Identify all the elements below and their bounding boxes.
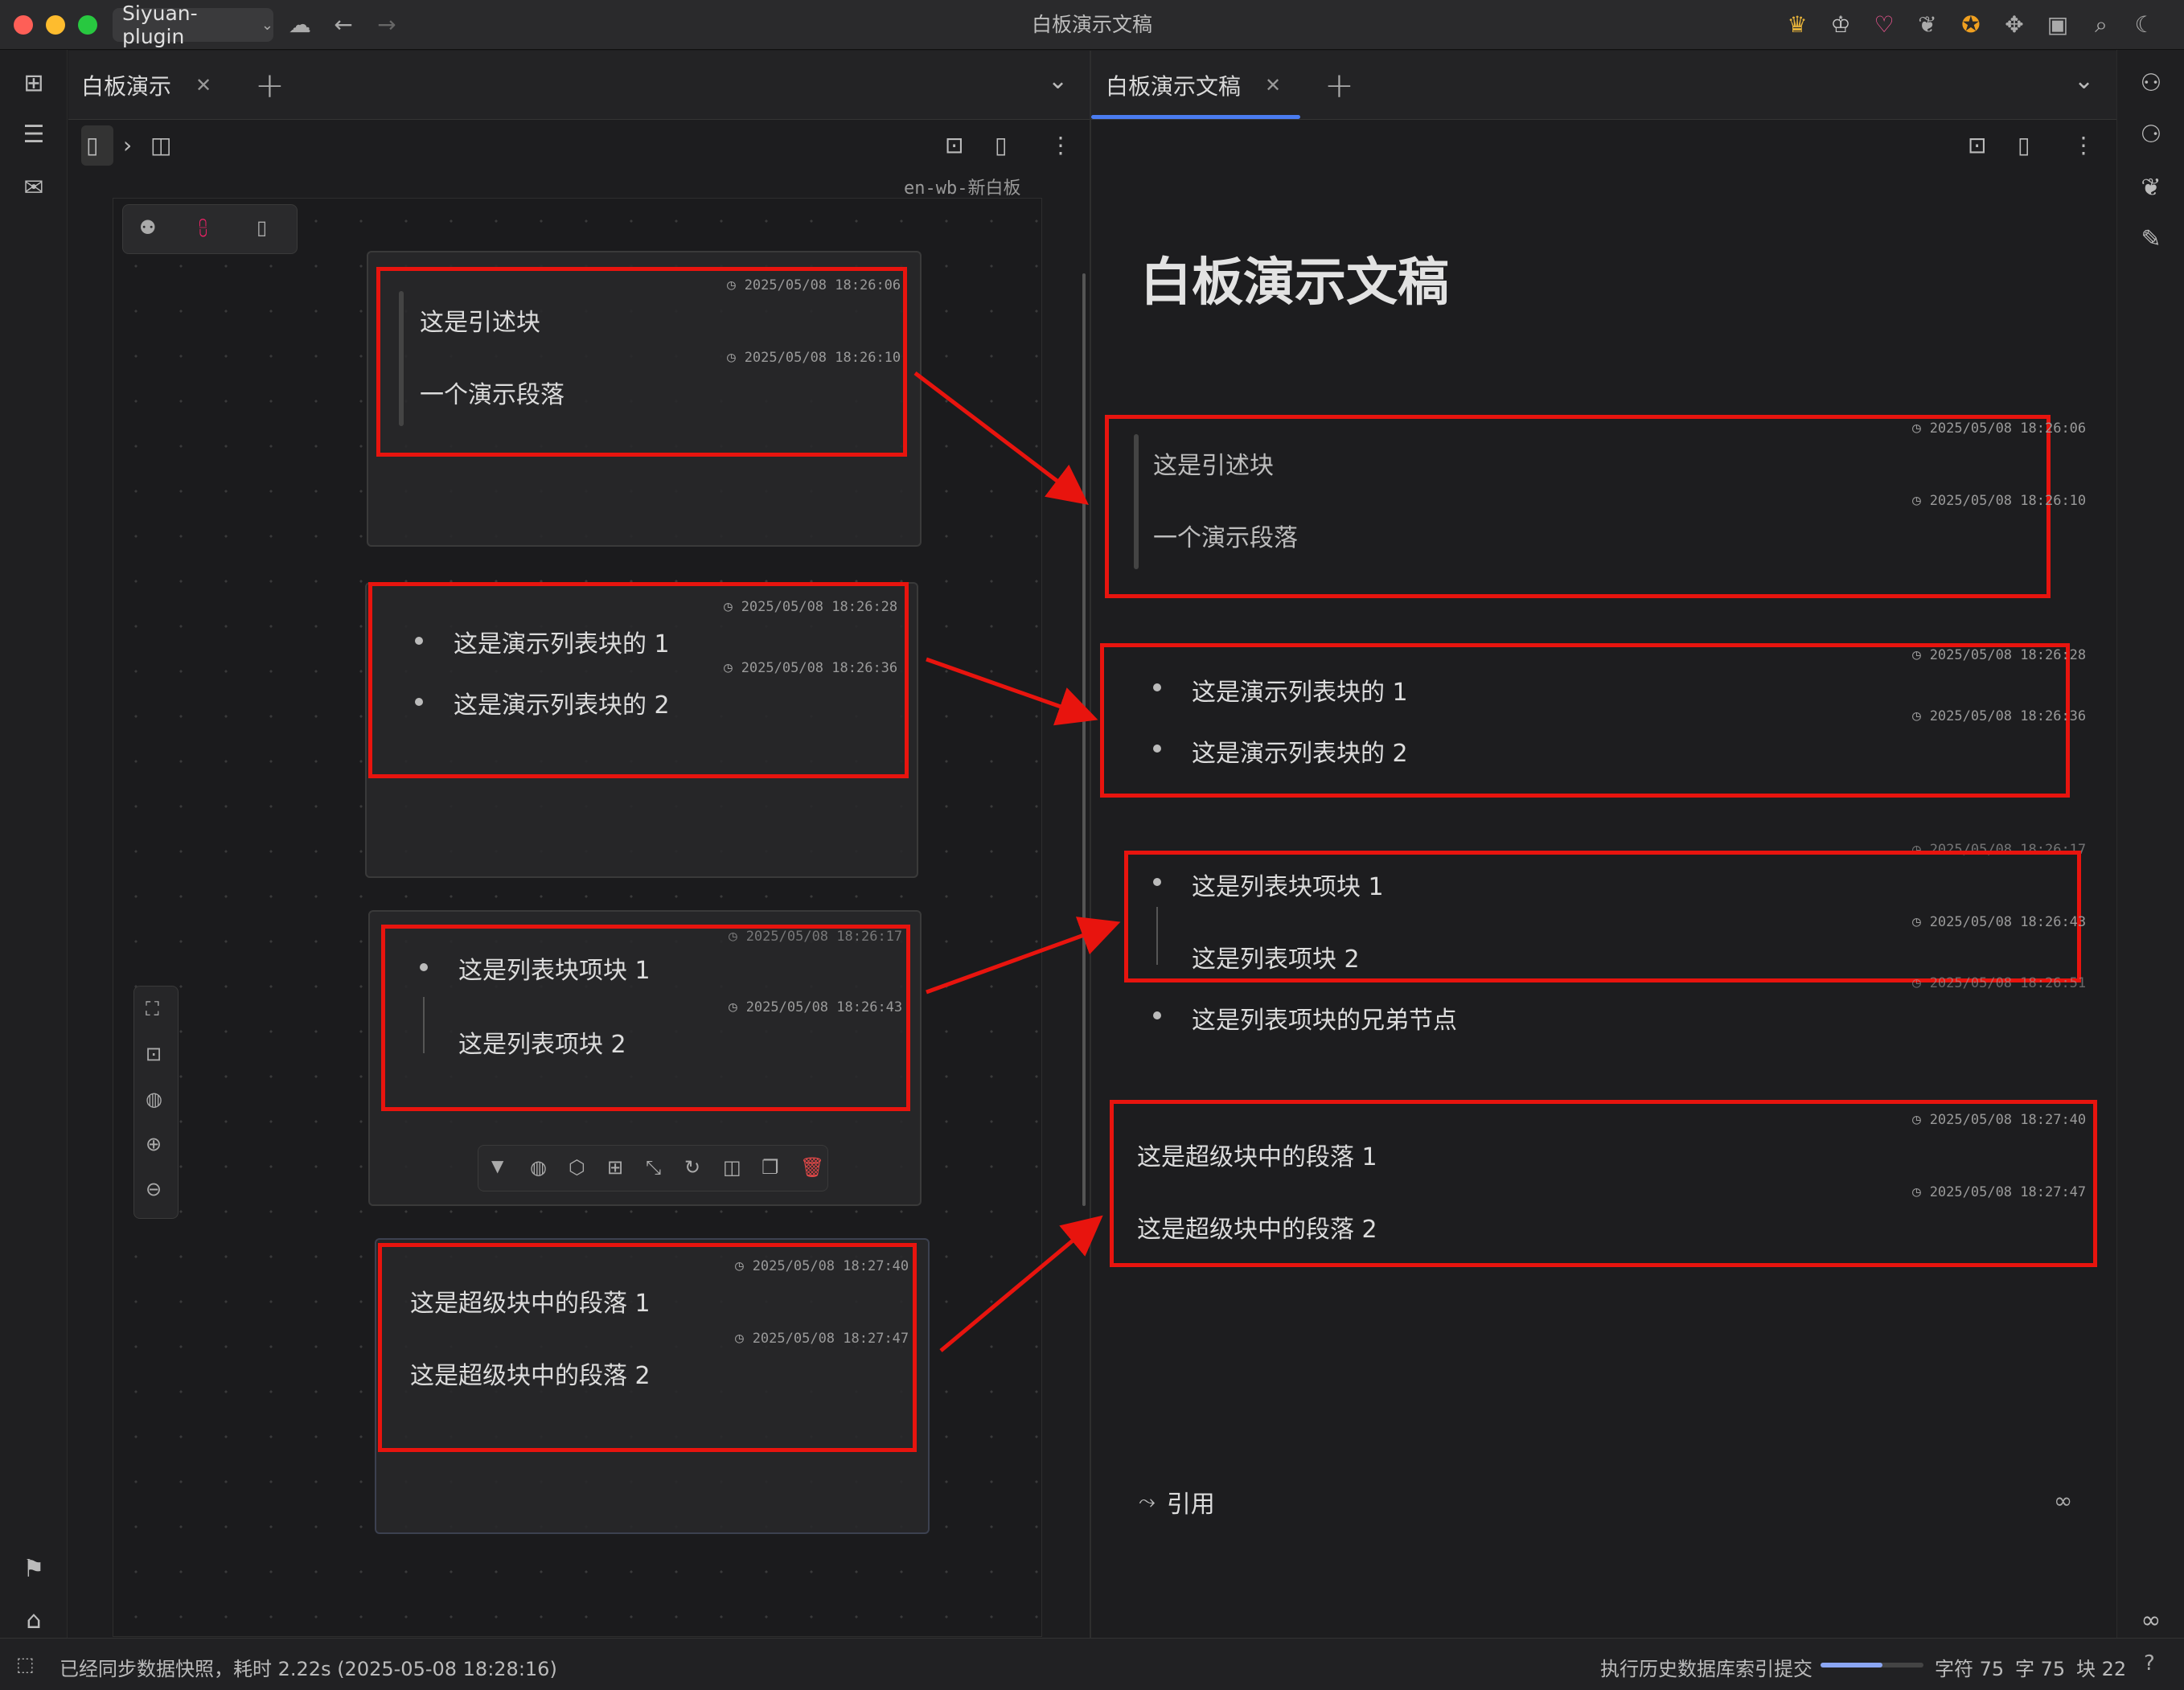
annotation-arrow xyxy=(926,917,1121,995)
word-count: 字 75 xyxy=(2015,1658,2066,1680)
help-icon[interactable]: ? xyxy=(2144,1651,2155,1676)
char-count: 字符 75 xyxy=(1935,1658,2005,1680)
annotation-arrow xyxy=(926,657,1098,726)
status-message: 已经同步数据快照，耗时 2.22s (2025-05-08 18:28:16) xyxy=(60,1658,557,1680)
task-progress xyxy=(1821,1663,1923,1667)
annotation-arrow xyxy=(939,1215,1103,1352)
task-progress-fill xyxy=(1821,1663,1882,1667)
app-window: Siyuan-plugin ⌄ ☁ ← → 白板演示文稿 ♛ ♔ ♡ ❦ ✪ ✥… xyxy=(0,0,2184,1690)
block-count: 块 22 xyxy=(2076,1658,2127,1680)
annotation-arrows xyxy=(913,371,1121,1352)
layout-icon[interactable]: ⬚ xyxy=(16,1653,35,1676)
annotation-arrow xyxy=(913,371,1089,506)
task-label: 执行历史数据库索引提交 xyxy=(1600,1658,1812,1680)
status-bar: ⬚ 已经同步数据快照，耗时 2.22s (2025-05-08 18:28:16… xyxy=(0,1638,2184,1690)
